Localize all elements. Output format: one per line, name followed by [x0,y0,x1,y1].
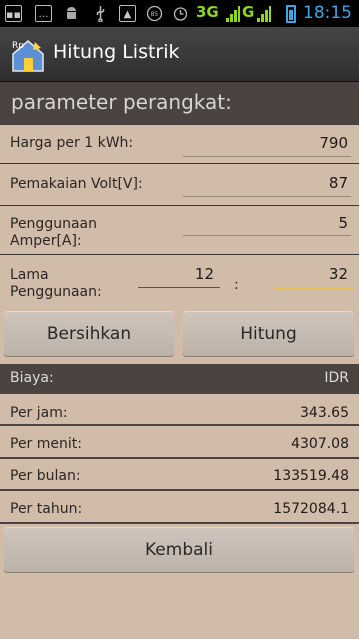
results-header-label: Biaya: [10,370,54,386]
section-title: parameter perangkat: [11,90,232,114]
android-icon [63,5,80,22]
battery-percent-icon: 85 [146,5,163,22]
app-logo-icon: Rp [9,36,47,74]
result-per-bulan-label: Per bulan: [10,468,81,484]
results-header: Biaya: IDR [0,364,359,394]
result-per-menit-label: Per menit: [10,436,82,452]
lama-minutes-input[interactable]: 32 [329,265,348,283]
lama-separator: : [234,277,239,293]
svg-text:Rp: Rp [12,41,24,51]
volt-input[interactable]: 87 [329,174,348,192]
lama-hours-underline [138,287,220,288]
app-title: Hitung Listrik [53,41,180,63]
row-divider [0,254,359,255]
notification-chat-icon: … [35,5,52,22]
lama-label-line2: Penggunaan: [10,284,102,300]
main-content: parameter perangkat: Harga per 1 kWh: 79… [0,82,359,639]
signal-strength-2-icon [257,6,271,22]
result-per-tahun-value: 1572084.1 [273,501,349,517]
alarm-icon [172,5,189,22]
amper-input-underline [183,235,351,236]
status-bar: ▪▪ … ▲ 85 3G G 18:15 [0,0,359,27]
result-divider [0,424,359,426]
network-type-3g: 3G [196,3,219,21]
lama-label-line1: Lama [10,267,49,283]
back-button[interactable]: Kembali [4,527,354,573]
section-header: parameter perangkat: [0,82,359,125]
amper-input[interactable]: 5 [338,214,348,232]
harga-input[interactable]: 790 [319,134,348,152]
row-divider [0,163,359,164]
clear-button[interactable]: Bersihkan [4,311,174,357]
harga-label: Harga per 1 kWh: [10,135,134,151]
result-per-jam-label: Per jam: [10,405,68,421]
result-divider [0,522,359,524]
result-divider [0,457,359,459]
harga-input-underline [183,156,351,157]
volt-input-underline [183,196,351,197]
signal-strength-icon [226,6,240,22]
usb-icon [92,5,109,23]
amper-label-line1: Penggunaan [10,216,97,232]
network-type-g: G [242,3,255,21]
volt-label: Pemakaian Volt[V]: [10,176,143,192]
result-per-tahun-label: Per tahun: [10,501,83,517]
battery-icon [286,5,296,23]
result-per-jam-value: 343.65 [300,405,349,421]
calculate-button[interactable]: Hitung [183,311,354,357]
notification-bbm-icon: ▪▪ [5,5,22,22]
result-divider [0,489,359,491]
row-divider [0,205,359,206]
svg-text:85: 85 [151,11,159,18]
gallery-icon: ▲ [119,5,136,22]
result-per-menit-value: 4307.08 [291,436,349,452]
action-bar: Rp Hitung Listrik [0,27,359,82]
lama-hours-input[interactable]: 12 [138,265,214,283]
amper-label-line2: Amper[A]: [10,233,82,249]
result-per-bulan-value: 133519.48 [273,468,349,484]
lama-minutes-underline-focused [273,287,353,289]
results-currency: IDR [324,370,349,386]
clock: 18:15 [303,3,352,23]
